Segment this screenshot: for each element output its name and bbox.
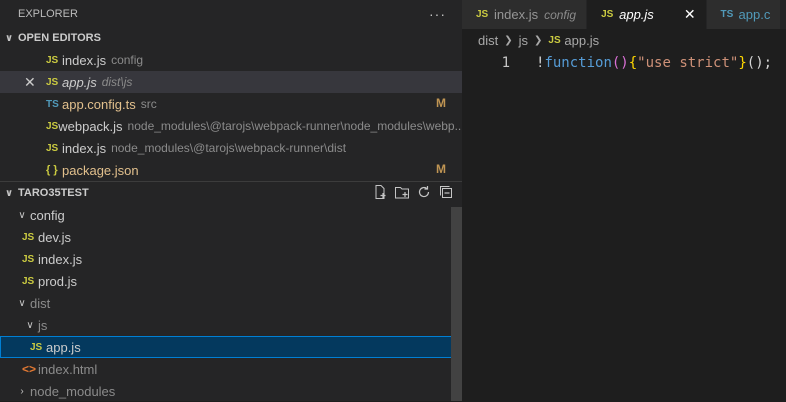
- code-token: }: [738, 55, 747, 71]
- tab-index-js[interactable]: JS index.js config: [462, 0, 588, 29]
- tree-item-label: index.html: [38, 361, 98, 377]
- tab-app-js[interactable]: JS app.js ✕: [587, 0, 707, 29]
- breadcrumb: dist ❯ js ❯ JS app.js: [462, 29, 786, 52]
- js-file-icon: JS: [46, 54, 59, 66]
- modified-badge: M: [436, 162, 446, 176]
- code-token: function: [544, 55, 612, 71]
- tab-bar: JS index.js config JS app.js ✕ TS app.c: [462, 0, 786, 29]
- more-actions-icon[interactable]: ···: [429, 6, 446, 22]
- chevron-down-icon: ∨: [4, 187, 14, 199]
- open-editor-name: index.js: [62, 52, 107, 68]
- js-file-icon: JS: [46, 142, 59, 154]
- breadcrumb-segment[interactable]: app.js: [564, 33, 599, 48]
- js-file-icon: JS: [476, 9, 489, 20]
- chevron-down-icon: ∨: [18, 297, 26, 309]
- tab-label: app.js: [619, 7, 654, 22]
- line-number: 1: [501, 55, 510, 71]
- chevron-right-icon: ❯: [504, 35, 513, 46]
- file-tree: ∨ config JS dev.js JS index.js JS prod.j…: [0, 204, 462, 402]
- open-editor-item[interactable]: ✕ JS app.js dist\js: [0, 71, 462, 93]
- modified-badge: M: [436, 96, 446, 110]
- new-folder-icon[interactable]: [394, 184, 410, 200]
- tab-desc: config: [544, 7, 577, 22]
- tree-folder[interactable]: › node_modules: [0, 380, 462, 402]
- tree-item-label: prod.js: [38, 273, 78, 289]
- open-editors-header[interactable]: ∨ OPEN EDITORS: [0, 27, 462, 49]
- tree-item-label: node_modules: [30, 383, 116, 399]
- project-title: TARO35TEST: [18, 187, 89, 199]
- tab-app-config[interactable]: TS app.c: [706, 0, 782, 29]
- tree-file[interactable]: JS app.js: [0, 336, 462, 358]
- code-token: "use strict": [637, 55, 739, 71]
- tree-item-label: js: [38, 317, 48, 333]
- open-editor-item[interactable]: JS webpack.js node_modules\@tarojs\webpa…: [0, 115, 462, 137]
- tree-item-label: dist: [30, 295, 51, 311]
- code-token: ();: [746, 55, 773, 71]
- code-token: (): [611, 55, 629, 71]
- tree-item-label: app.js: [46, 339, 81, 355]
- open-editor-name: package.json: [62, 162, 139, 178]
- js-file-icon: JS: [22, 231, 35, 243]
- open-editor-desc: dist\js: [101, 75, 133, 89]
- tab-label: index.js: [494, 7, 539, 22]
- js-file-icon: JS: [22, 253, 35, 265]
- json-file-icon: { }: [46, 164, 58, 176]
- editor-area: JS index.js config JS app.js ✕ TS app.c …: [462, 0, 786, 401]
- js-file-icon: JS: [46, 120, 59, 132]
- tree-folder[interactable]: ∨ js: [0, 314, 462, 336]
- open-editor-item[interactable]: JS index.js node_modules\@tarojs\webpack…: [0, 137, 462, 159]
- chevron-down-icon: ∨: [26, 319, 34, 331]
- tree-file[interactable]: JS index.js: [0, 248, 462, 270]
- new-file-icon[interactable]: [372, 184, 388, 200]
- tree-file[interactable]: <> index.html: [0, 358, 462, 380]
- tree-file[interactable]: JS prod.js: [0, 270, 462, 292]
- close-icon[interactable]: ✕: [24, 74, 36, 91]
- tree-item-label: index.js: [38, 251, 83, 267]
- open-editor-item[interactable]: TS app.config.ts src M: [0, 93, 462, 115]
- tree-item-label: dev.js: [38, 229, 71, 245]
- tree-file[interactable]: JS dev.js: [0, 226, 462, 248]
- js-file-icon: JS: [46, 76, 59, 88]
- open-editor-desc: node_modules\@tarojs\webpack-runner\node…: [127, 119, 462, 133]
- explorer-title: EXPLORER: [18, 7, 78, 20]
- open-editor-name: app.js: [62, 74, 97, 90]
- open-editor-desc: src: [140, 97, 157, 111]
- js-file-icon: JS: [30, 341, 43, 353]
- ts-file-icon: TS: [720, 9, 734, 20]
- open-editor-desc: node_modules\@tarojs\webpack-runner\dist: [111, 141, 347, 155]
- tree-folder[interactable]: ∨ config: [0, 204, 462, 226]
- js-file-icon: JS: [22, 275, 35, 287]
- open-editor-item[interactable]: JS index.js config: [0, 49, 462, 71]
- open-editor-name: index.js: [62, 140, 107, 156]
- close-icon[interactable]: ✕: [684, 6, 696, 23]
- breadcrumb-segment[interactable]: dist: [478, 33, 498, 48]
- chevron-right-icon: ›: [20, 385, 24, 397]
- ts-file-icon: TS: [46, 98, 59, 110]
- chevron-down-icon: ∨: [4, 32, 14, 44]
- explorer-actions: [372, 184, 454, 200]
- js-file-icon: JS: [601, 9, 614, 20]
- breadcrumb-segment[interactable]: js: [519, 33, 528, 48]
- tree-item-label: config: [30, 207, 65, 223]
- project-header[interactable]: ∨ TARO35TEST: [0, 182, 462, 204]
- collapse-all-icon[interactable]: [438, 184, 454, 200]
- code-line[interactable]: 1 ! function(){"use strict"} ();: [462, 52, 786, 74]
- open-editor-name: webpack.js: [58, 118, 123, 134]
- code-token: {: [628, 55, 638, 71]
- chevron-right-icon: ❯: [534, 35, 543, 46]
- explorer-header: EXPLORER ···: [0, 0, 462, 27]
- code-token: !: [536, 55, 545, 71]
- open-editor-item[interactable]: { } package.json M: [0, 159, 462, 181]
- open-editors-title: OPEN EDITORS: [18, 32, 101, 44]
- scrollbar[interactable]: [451, 207, 462, 401]
- js-file-icon: JS: [548, 35, 561, 46]
- html-file-icon: <>: [22, 362, 37, 376]
- open-editor-desc: config: [111, 53, 144, 67]
- tree-folder[interactable]: ∨ dist: [0, 292, 462, 314]
- open-editor-name: app.config.ts: [62, 96, 136, 112]
- explorer-sidebar: EXPLORER ··· ∨ OPEN EDITORS JS index.js …: [0, 0, 462, 401]
- refresh-icon[interactable]: [416, 184, 432, 200]
- tab-label: app.c: [738, 7, 771, 22]
- chevron-down-icon: ∨: [18, 209, 26, 221]
